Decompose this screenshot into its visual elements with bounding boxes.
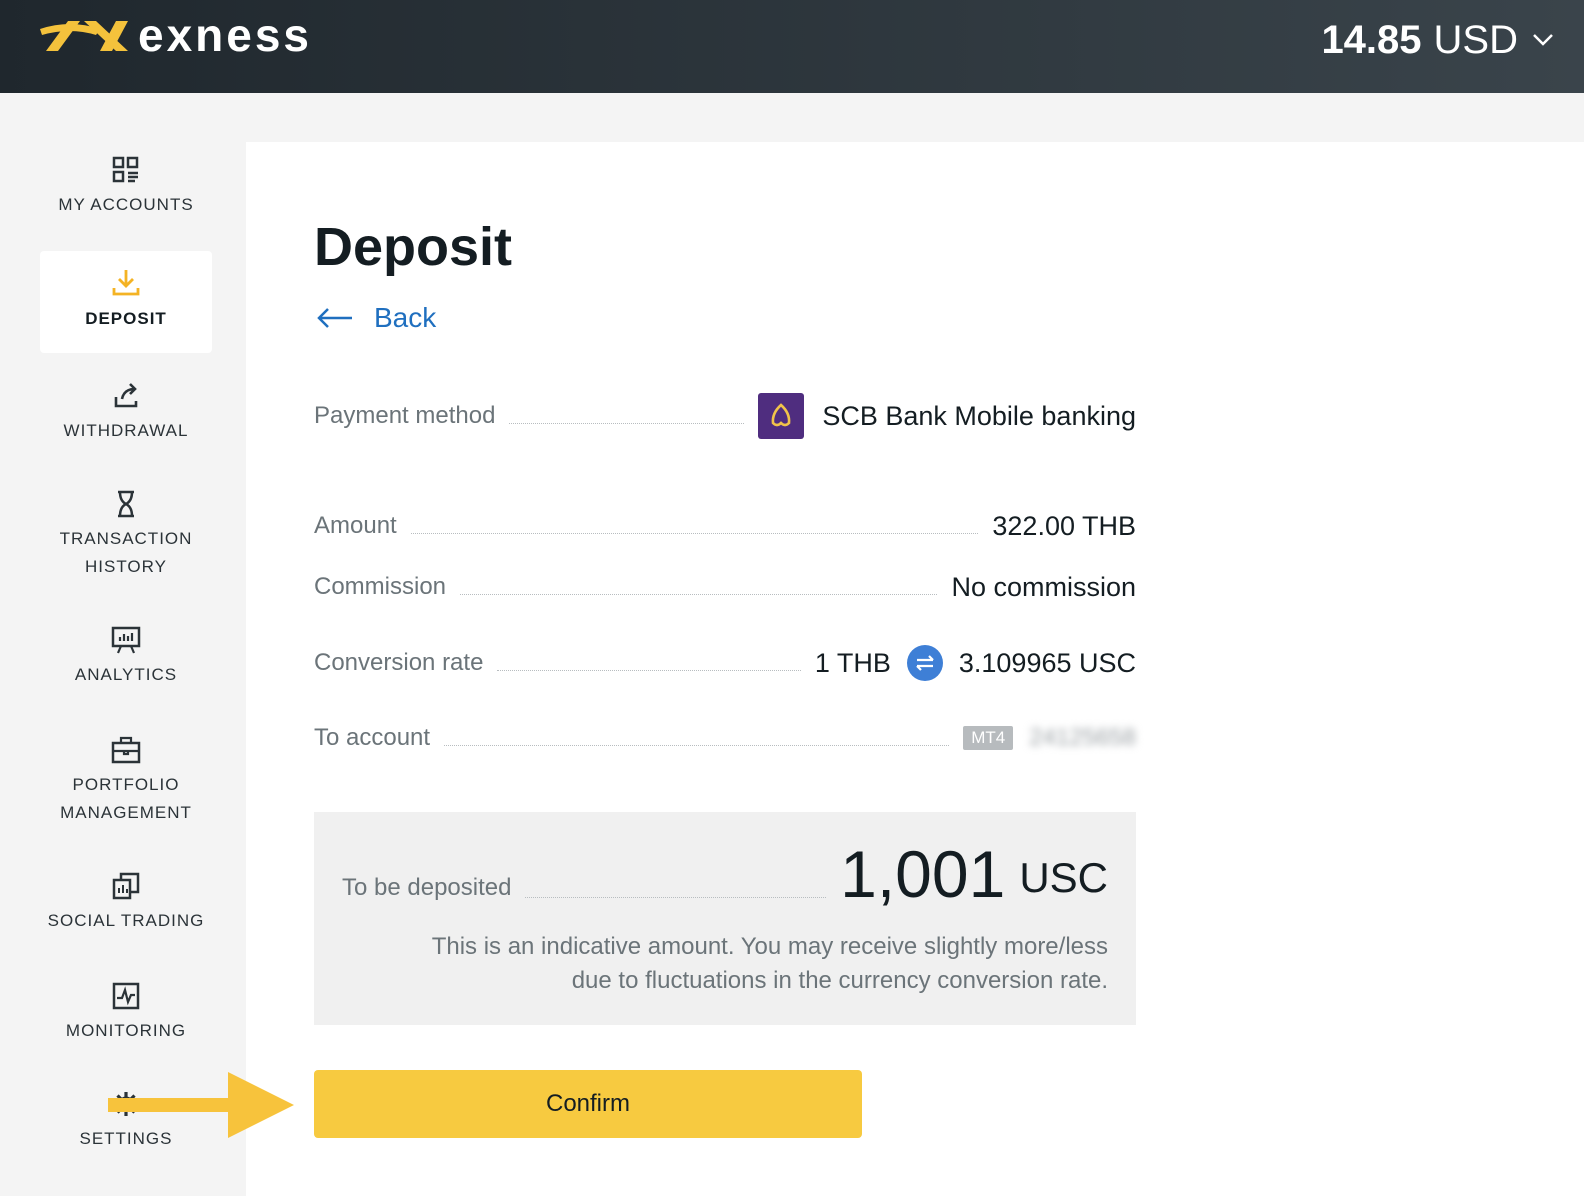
confirm-button[interactable]: Confirm <box>314 1070 862 1138</box>
leader-dots <box>509 422 745 424</box>
hourglass-icon <box>118 490 134 518</box>
commission-value: No commission <box>951 571 1136 602</box>
brand-name: exness <box>138 9 313 61</box>
arrow-left-icon <box>317 308 352 328</box>
leader-dots <box>460 593 938 595</box>
balance-amount: 14.85 <box>1321 18 1422 62</box>
to-account-value-group: MT4 24125658 <box>963 724 1136 752</box>
sidebar-item-label: MY ACCOUNTS <box>58 195 194 214</box>
sidebar-item-label: PORTFOLIO MANAGEMENT <box>60 775 192 822</box>
leader-dots <box>444 744 950 746</box>
note-line-2: due to fluctuations in the currency conv… <box>571 967 1108 994</box>
amount-label: Amount <box>314 512 397 539</box>
account-balance-dropdown[interactable]: 14.85 USD <box>1321 18 1554 62</box>
sidebar-item-withdrawal[interactable]: WITHDRAWAL <box>40 379 212 459</box>
sidebar-item-analytics[interactable]: ANALYTICS <box>40 625 212 705</box>
to-account-label: To account <box>314 724 431 751</box>
chevron-down-icon <box>1533 34 1553 46</box>
briefcase-icon <box>111 736 141 764</box>
sidebar-item-label: SOCIAL TRADING <box>47 911 205 930</box>
page-title: Deposit <box>314 217 513 277</box>
pulse-chart-icon <box>112 982 140 1010</box>
back-label: Back <box>374 302 437 333</box>
sidebar-item-transaction-history[interactable]: TRANSACTION HISTORY <box>40 489 212 589</box>
to-be-deposited-row: To be deposited 1,001 USC <box>342 840 1108 908</box>
brand-logo[interactable]: exness <box>40 12 312 58</box>
deposit-total-unit: USC <box>1019 854 1108 901</box>
payment-method-value-group: SCB Bank Mobile banking <box>758 393 1136 439</box>
sidebar-item-label: TRANSACTION HISTORY <box>59 529 193 576</box>
sidebar-item-social-trading[interactable]: SOCIAL TRADING <box>40 871 212 951</box>
conversion-to: 3.109965 USC <box>958 647 1136 678</box>
payment-method-value: SCB Bank Mobile banking <box>822 400 1136 431</box>
sidebar-item-label: DEPOSIT <box>85 309 167 328</box>
exness-mark-icon <box>40 21 128 51</box>
conversion-rate-value-group: 1 THB 3.109965 USC <box>815 645 1136 681</box>
swap-arrows-icon <box>906 645 943 681</box>
commission-label: Commission <box>314 573 447 600</box>
payment-method-row: Payment method SCB Bank Mobile banking <box>314 393 1136 439</box>
balance-currency: USD <box>1433 18 1518 62</box>
back-link[interactable]: Back <box>316 302 436 334</box>
to-be-deposited-label: To be deposited <box>342 874 512 901</box>
payment-method-label: Payment method <box>314 402 496 429</box>
top-bar: exness 14.85 USD <box>0 0 1584 93</box>
upload-share-icon <box>114 383 138 408</box>
leader-dots <box>497 669 801 671</box>
sidebar-item-my-accounts[interactable]: MY ACCOUNTS <box>40 155 212 235</box>
sidebar-item-label: ANALYTICS <box>74 665 178 684</box>
conversion-rate-row: Conversion rate 1 THB 3.109965 USC <box>314 643 1136 683</box>
sidebar-item-monitoring[interactable]: MONITORING <box>40 981 212 1061</box>
download-tray-icon <box>112 270 140 296</box>
sidebar-item-label: MONITORING <box>65 1021 187 1040</box>
amount-row: Amount 322.00 THB <box>314 506 1136 546</box>
commission-row: Commission No commission <box>314 567 1136 607</box>
deposit-summary-box: To be deposited 1,001 USC This is an ind… <box>314 812 1136 1025</box>
note-line-1: This is an indicative amount. You may re… <box>431 933 1108 960</box>
presentation-board-icon <box>111 626 141 654</box>
copy-documents-icon <box>112 872 140 900</box>
sidebar: MY ACCOUNTS DEPOSIT WITHDRAWAL TRANSACTI… <box>0 93 246 1196</box>
platform-badge: MT4 <box>963 726 1014 750</box>
sidebar-item-deposit[interactable]: DEPOSIT <box>40 251 212 353</box>
scb-bank-logo-icon <box>758 393 805 439</box>
pointer-arrow-annotation <box>108 1072 294 1138</box>
amount-value: 322.00 THB <box>992 510 1136 541</box>
to-account-row: To account MT4 24125658 <box>314 718 1136 758</box>
leader-dots <box>410 532 979 534</box>
conversion-rate-label: Conversion rate <box>314 649 484 676</box>
sidebar-item-label: WITHDRAWAL <box>63 421 189 440</box>
conversion-from: 1 THB <box>814 647 891 678</box>
indicative-amount-note: This is an indicative amount. You may re… <box>388 930 1108 998</box>
deposit-panel: Deposit Back Payment method SCB Bank Mob… <box>246 142 1584 1196</box>
accounts-grid-icon <box>112 156 139 183</box>
deposit-total-amount: 1,001 <box>840 837 1006 911</box>
sidebar-item-portfolio-management[interactable]: PORTFOLIO MANAGEMENT <box>40 735 212 835</box>
leader-dots <box>525 897 827 898</box>
account-number: 24125658 <box>1029 724 1136 751</box>
